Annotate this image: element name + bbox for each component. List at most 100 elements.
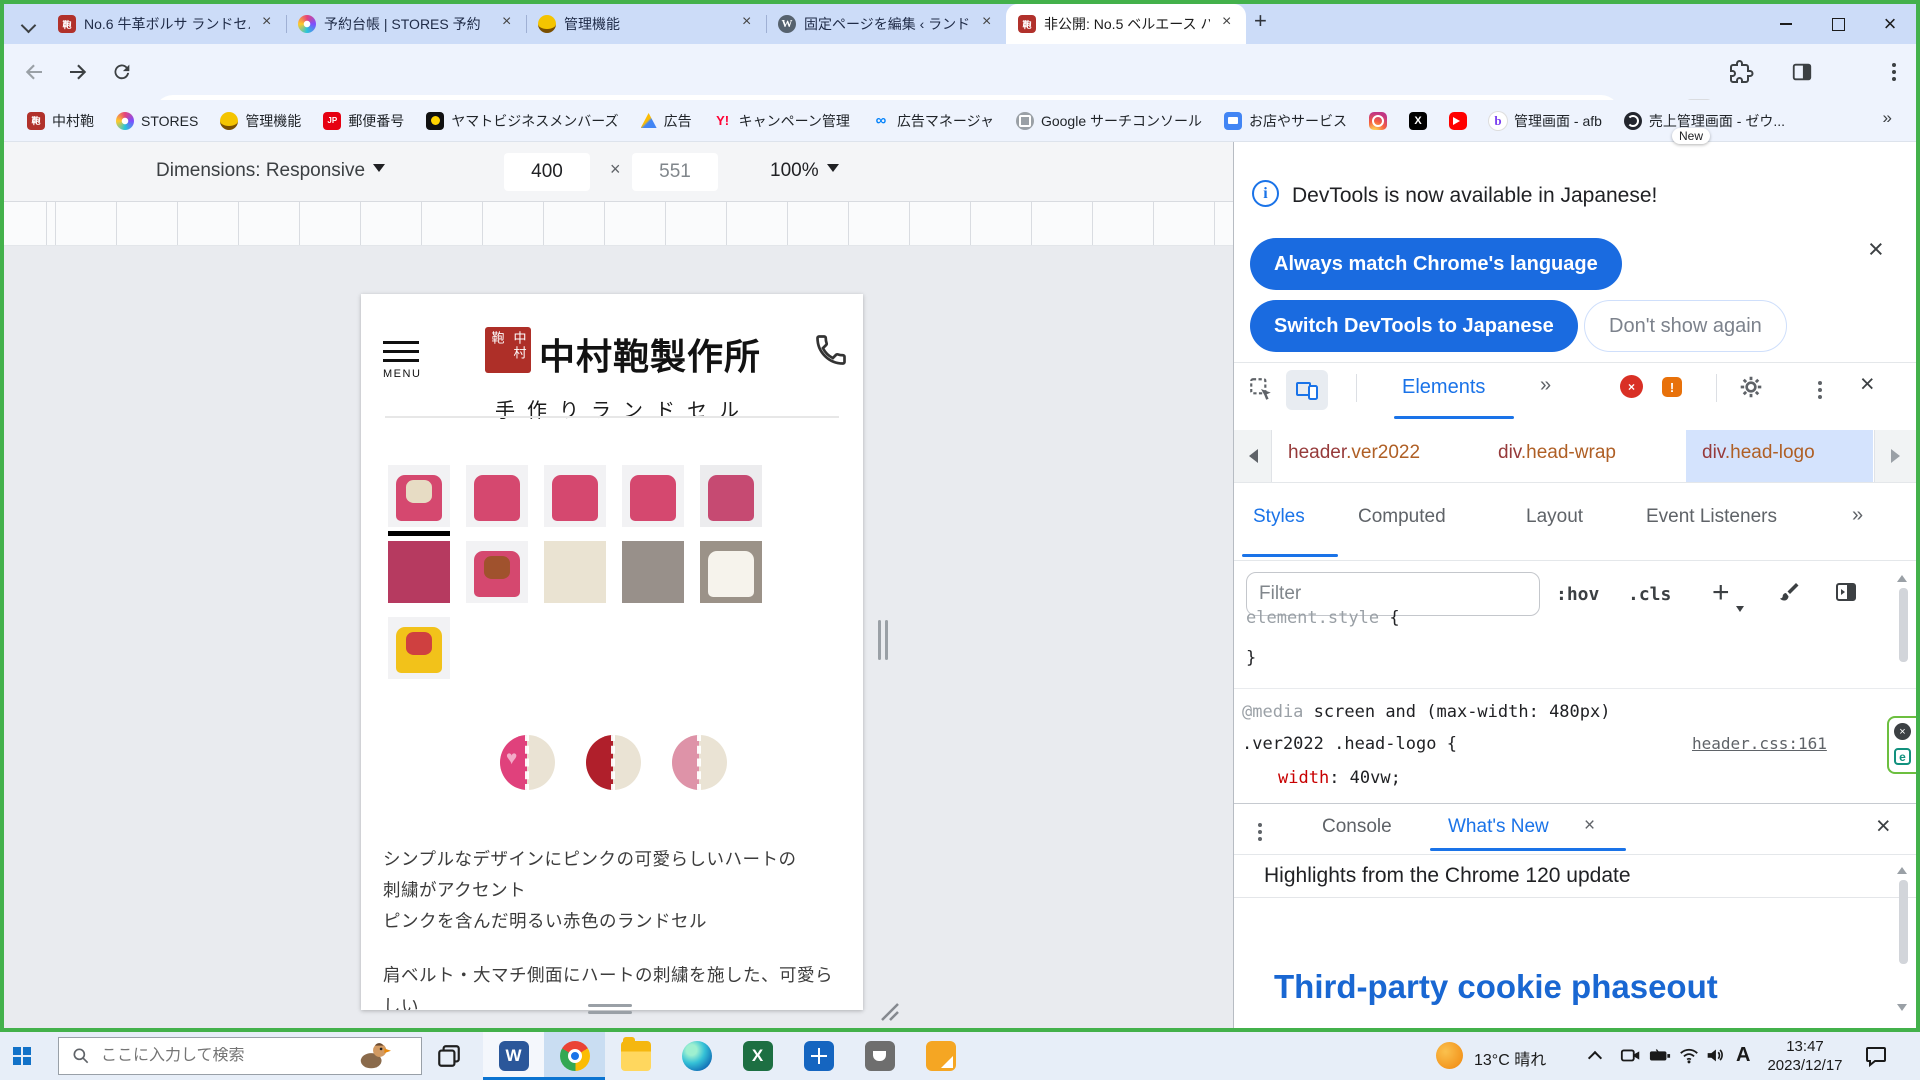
tab-whats-new[interactable]: What's New (1448, 816, 1549, 838)
breadcrumb-item[interactable]: header.ver2022 (1288, 442, 1420, 464)
tab-computed[interactable]: Computed (1358, 506, 1446, 528)
zoom-select[interactable]: 100% (770, 160, 839, 182)
search-highlight-bird-icon[interactable] (357, 1039, 391, 1073)
viewport-height-input[interactable] (632, 153, 718, 191)
viewport-width-input[interactable] (504, 153, 590, 191)
taskbar-app-edge[interactable] (666, 1032, 727, 1080)
ime-indicator[interactable]: A (1736, 1044, 1750, 1067)
tab-close-icon[interactable] (498, 15, 516, 33)
dimensions-select[interactable]: Dimensions: Responsive (156, 160, 385, 182)
site-logo-title[interactable]: 中村鞄製作所 (539, 328, 761, 380)
tab-close-icon[interactable] (738, 15, 756, 33)
viewport-resize-corner[interactable] (874, 996, 900, 1022)
drawer-splitter[interactable] (1234, 803, 1916, 804)
viewport-resize-handle-right[interactable] (878, 620, 888, 660)
tab-close-icon[interactable] (258, 15, 276, 33)
tab-search-icon[interactable] (14, 11, 44, 37)
product-thumbnail-backpack-back[interactable] (388, 465, 450, 527)
taskbar-app-file-explorer[interactable] (605, 1032, 666, 1080)
whats-new-highlights-link[interactable]: Highlights from the Chrome 120 update (1264, 864, 1631, 888)
browser-menu-button[interactable] (1878, 56, 1910, 88)
color-swatch-3[interactable] (672, 735, 727, 790)
bookmark-item[interactable] (1440, 107, 1476, 135)
drawer-close-button[interactable]: × (1876, 814, 1891, 839)
tab-event-listeners[interactable]: Event Listeners (1646, 506, 1777, 528)
tab-layout[interactable]: Layout (1526, 506, 1583, 528)
rendering-emulation-button[interactable] (1776, 580, 1800, 609)
battery-icon[interactable] (1648, 1044, 1672, 1066)
scroll-down-icon[interactable] (1897, 1004, 1907, 1016)
styles-scrollbar[interactable] (1899, 588, 1908, 662)
class-toggle[interactable]: .cls (1628, 584, 1671, 605)
product-thumbnail-girl-model[interactable] (466, 541, 528, 603)
window-close-button[interactable] (1864, 4, 1916, 44)
phone-icon[interactable] (813, 332, 849, 368)
drawer-scrollbar[interactable] (1899, 880, 1908, 964)
css-rule-element-style[interactable]: element.style { (1246, 608, 1400, 628)
taskbar-app-app-grid[interactable] (788, 1032, 849, 1080)
maximize-button[interactable] (1812, 4, 1864, 44)
whats-new-tab-close-icon[interactable]: × (1584, 816, 1595, 835)
close-icon[interactable] (1894, 723, 1911, 740)
css-media-query[interactable]: @media screen and (max-width: 480px) (1242, 702, 1610, 722)
logo-stamp[interactable]: 中村鞄 (485, 327, 531, 373)
breadcrumb-scroll-left[interactable] (1234, 430, 1272, 482)
weather-widget[interactable]: 13°C 晴れ (1474, 1046, 1546, 1070)
bookmark-item[interactable]: ヤマトビジネスメンバーズ (417, 106, 627, 136)
product-thumbnail-backpack-top-open[interactable] (622, 465, 684, 527)
bookmark-item[interactable]: 中村鞄 (18, 106, 103, 136)
bookmark-item[interactable]: Google サーチコンソール (1007, 106, 1211, 136)
extension-overlay-widget[interactable] (1887, 716, 1917, 774)
product-thumbnail-backpack-corner-closeup[interactable] (700, 465, 762, 527)
minimize-button[interactable] (1760, 4, 1812, 44)
bookmarks-overflow-icon[interactable] (1883, 108, 1892, 128)
product-thumbnail-water-drops[interactable] (622, 541, 684, 603)
color-swatch-2[interactable] (586, 735, 641, 790)
e-extension-icon[interactable] (1894, 748, 1911, 765)
side-panel-button[interactable] (1786, 56, 1818, 88)
bookmark-item[interactable]: キャンペーン管理 (705, 106, 859, 136)
warning-badge[interactable] (1662, 377, 1682, 397)
browser-tab[interactable]: 非公開: No.5 ベルエース ハート カー (1006, 4, 1246, 44)
action-center-icon[interactable] (1864, 1044, 1888, 1068)
tab-close-icon[interactable] (1218, 15, 1236, 33)
wifi-icon[interactable] (1678, 1044, 1700, 1066)
tab-close-icon[interactable] (978, 15, 996, 33)
product-thumbnail-leather-texture[interactable] (544, 541, 606, 603)
volume-icon[interactable] (1704, 1044, 1726, 1066)
browser-tab[interactable]: No.6 牛革ボルサ ランドセル(黒) | ラ (46, 4, 286, 44)
breadcrumb-item-selected[interactable]: div.head-logo (1702, 442, 1815, 464)
css-rule-selector[interactable]: .ver2022 .head-logo { (1242, 734, 1457, 754)
hidden-icons-chevron[interactable] (1588, 1051, 1602, 1065)
taskbar-app-excel[interactable]: X (727, 1032, 788, 1080)
devtools-settings-button[interactable] (1738, 374, 1764, 405)
taskbar-app-chrome[interactable] (544, 1032, 605, 1080)
product-thumbnail-rain-cover-yellow[interactable] (388, 617, 450, 679)
forward-button[interactable] (62, 56, 94, 88)
taskbar-search[interactable] (58, 1037, 422, 1075)
product-thumbnail-backpack-side[interactable] (544, 465, 606, 527)
new-style-rule-button[interactable] (1712, 576, 1730, 610)
inspect-element-button[interactable] (1248, 376, 1274, 407)
switch-japanese-button[interactable]: Switch DevTools to Japanese (1250, 300, 1578, 352)
bookmark-item[interactable] (1360, 107, 1396, 135)
weather-sun-icon[interactable] (1436, 1042, 1463, 1069)
product-thumbnail-open-pocket-a4[interactable] (700, 541, 762, 603)
dont-show-again-button[interactable]: Don't show again (1584, 300, 1787, 352)
bookmark-item[interactable]: 広告 (632, 106, 701, 136)
taskbar-search-input[interactable] (101, 1047, 351, 1065)
tab-console[interactable]: Console (1322, 816, 1392, 838)
task-view-button[interactable] (436, 1043, 462, 1074)
new-tab-button[interactable] (1246, 9, 1276, 39)
browser-tab[interactable]: 管理機能 (526, 4, 766, 44)
error-badge[interactable] (1620, 375, 1643, 398)
tab-styles[interactable]: Styles (1253, 506, 1305, 528)
bookmark-item[interactable]: 広告マネージャ (863, 106, 1003, 136)
bookmark-item[interactable]: 管理画面 - afb (1480, 106, 1611, 136)
bookmark-item[interactable]: お店やサービス (1215, 106, 1356, 136)
viewport-resize-handle-bottom[interactable] (588, 1004, 632, 1014)
taskbar-app-app-gray[interactable] (849, 1032, 910, 1080)
scroll-up-icon[interactable] (1897, 570, 1907, 582)
scroll-up-icon[interactable] (1897, 862, 1907, 874)
whats-new-heading[interactable]: Third-party cookie phaseout (1274, 968, 1718, 1006)
